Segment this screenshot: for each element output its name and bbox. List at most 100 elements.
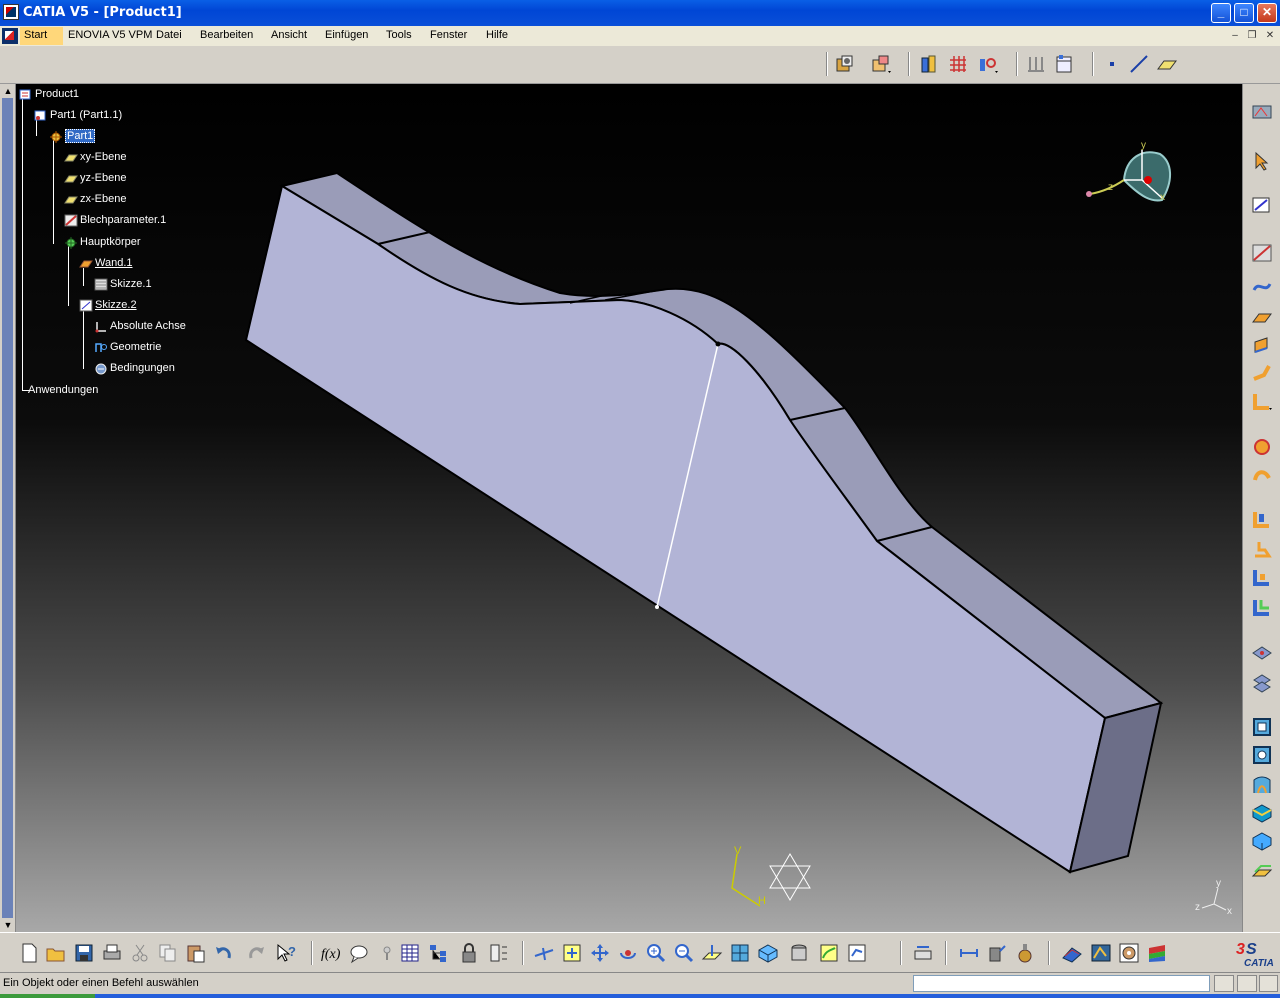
save-icon[interactable] bbox=[73, 942, 95, 964]
tree-node-main-body[interactable]: Hauptkörper bbox=[64, 234, 141, 250]
fly-icon[interactable] bbox=[533, 942, 555, 964]
table-icon[interactable] bbox=[399, 942, 421, 964]
new-icon[interactable] bbox=[18, 942, 40, 964]
open-icon[interactable] bbox=[45, 942, 67, 964]
menu-fenster[interactable]: Fenster bbox=[430, 29, 467, 41]
tree-icon[interactable] bbox=[428, 942, 450, 964]
minimize-button[interactable]: _ bbox=[1211, 3, 1231, 23]
paste-icon[interactable] bbox=[185, 942, 207, 964]
3d-viewport[interactable]: Product1 Part1 (Part1.1) Part1 xy-Ebene … bbox=[16, 84, 1242, 932]
tree-node-part1-instance[interactable]: Part1 (Part1.1) bbox=[34, 107, 122, 123]
menu-hilfe[interactable]: Hilfe bbox=[486, 29, 508, 41]
unfold-icon[interactable] bbox=[1251, 390, 1273, 412]
measure-item-icon[interactable] bbox=[958, 942, 980, 964]
undo-icon[interactable] bbox=[213, 942, 235, 964]
scroll-down-icon[interactable]: ▼ bbox=[0, 918, 16, 932]
close-button[interactable]: ✕ bbox=[1257, 3, 1277, 23]
whats-this-icon[interactable]: ? bbox=[275, 942, 297, 964]
render-icon[interactable] bbox=[788, 942, 810, 964]
taskbar-start-button[interactable] bbox=[0, 994, 95, 998]
curve-stamp-icon[interactable] bbox=[1251, 860, 1273, 882]
tree-node-sketch2[interactable]: Skizze.2 bbox=[79, 297, 137, 313]
tree-node-absolute-axis[interactable]: Absolute Achse bbox=[94, 318, 186, 334]
point-icon[interactable] bbox=[1101, 53, 1123, 75]
formula-icon[interactable]: f(x) bbox=[320, 942, 342, 964]
tree-node-yz-plane[interactable]: yz-Ebene bbox=[64, 170, 126, 186]
knowledge-icon[interactable] bbox=[376, 942, 398, 964]
print-icon[interactable] bbox=[101, 942, 123, 964]
document-system-icon[interactable] bbox=[2, 28, 18, 44]
rotate-icon[interactable] bbox=[617, 942, 639, 964]
3d-icon[interactable] bbox=[1146, 942, 1168, 964]
louver-icon[interactable] bbox=[1251, 802, 1273, 824]
chamfer-icon[interactable] bbox=[1251, 566, 1273, 588]
tree-node-xy-plane[interactable]: xy-Ebene bbox=[64, 149, 126, 165]
sheetmetal-params-icon[interactable] bbox=[1251, 242, 1273, 264]
tree-node-sketch1[interactable]: Skizze.1 bbox=[94, 276, 152, 292]
cut-icon[interactable] bbox=[1251, 464, 1273, 486]
hole-icon[interactable] bbox=[1251, 508, 1273, 530]
tree-node-sheetmetal-parameters[interactable]: Blechparameter.1 bbox=[64, 212, 166, 228]
iso-view-icon[interactable] bbox=[757, 942, 779, 964]
maximize-button[interactable]: □ bbox=[1234, 3, 1254, 23]
assembly-catalog-icon[interactable] bbox=[834, 53, 856, 75]
photo-icon[interactable] bbox=[1061, 942, 1083, 964]
status-button-3[interactable] bbox=[1259, 975, 1278, 992]
menu-tools[interactable]: Tools bbox=[386, 29, 412, 41]
mdi-close-button[interactable]: ✕ bbox=[1263, 30, 1277, 42]
compass-icon[interactable]: y x z bbox=[1082, 140, 1178, 220]
sketcher-icon[interactable] bbox=[1251, 194, 1273, 216]
menu-start[interactable]: Start bbox=[20, 27, 63, 45]
multi-view-icon[interactable] bbox=[729, 942, 751, 964]
menu-enovia[interactable]: ENOVIA V5 VPM bbox=[68, 29, 152, 41]
menu-datei[interactable]: Datei bbox=[156, 29, 182, 41]
stamp-icon[interactable] bbox=[1251, 596, 1273, 618]
flange-icon[interactable] bbox=[1251, 334, 1273, 356]
extrusion-icon[interactable] bbox=[1251, 306, 1273, 328]
grid-icon[interactable] bbox=[1025, 53, 1047, 75]
redo-icon[interactable] bbox=[245, 942, 267, 964]
workbench-icon[interactable] bbox=[1251, 100, 1273, 122]
sectioning-icon[interactable] bbox=[1118, 942, 1140, 964]
tree-node-part1[interactable]: Part1 bbox=[49, 128, 96, 144]
scroll-thumb[interactable] bbox=[2, 98, 13, 918]
fold-icon[interactable] bbox=[1251, 436, 1273, 458]
cut-icon[interactable] bbox=[129, 942, 151, 964]
menu-einfuegen[interactable]: Einfügen bbox=[325, 29, 368, 41]
status-button-2[interactable] bbox=[1237, 975, 1257, 992]
mdi-minimize-button[interactable]: – bbox=[1228, 30, 1242, 42]
apply-material-icon[interactable] bbox=[1014, 942, 1036, 964]
view-back-icon[interactable] bbox=[1251, 744, 1273, 766]
swap-icon[interactable] bbox=[846, 942, 868, 964]
catia-app-icon[interactable] bbox=[3, 4, 19, 20]
surface-stamp-icon[interactable] bbox=[1251, 774, 1273, 796]
zoom-in-icon[interactable] bbox=[645, 942, 667, 964]
bend-icon[interactable] bbox=[1251, 362, 1273, 384]
wall-icon[interactable] bbox=[1251, 276, 1273, 298]
copy-icon[interactable] bbox=[157, 942, 179, 964]
comment-icon[interactable] bbox=[348, 942, 370, 964]
pan-icon[interactable] bbox=[589, 942, 611, 964]
corner-icon[interactable] bbox=[1251, 538, 1273, 560]
measure-inertia-icon[interactable] bbox=[986, 942, 1008, 964]
line-icon[interactable] bbox=[1128, 53, 1150, 75]
sheet-metal-parameters-icon[interactable] bbox=[918, 53, 940, 75]
measure-icon[interactable] bbox=[488, 942, 510, 964]
mdi-restore-button[interactable]: ❐ bbox=[1245, 30, 1259, 42]
symmetry-icon[interactable] bbox=[1251, 672, 1273, 694]
plane-icon[interactable] bbox=[1156, 53, 1178, 75]
fit-all-icon[interactable] bbox=[561, 942, 583, 964]
command-input[interactable] bbox=[913, 975, 1210, 992]
view-front-icon[interactable] bbox=[1251, 716, 1273, 738]
tree-node-wall1[interactable]: Wand.1 bbox=[79, 255, 133, 271]
measure-between-icon[interactable] bbox=[912, 942, 934, 964]
menu-ansicht[interactable]: Ansicht bbox=[271, 29, 307, 41]
tree-node-applications[interactable]: Anwendungen bbox=[28, 382, 98, 398]
bead-icon[interactable] bbox=[1251, 830, 1273, 852]
tree-scrollbar[interactable]: ▲ ▼ bbox=[0, 84, 16, 932]
table-view-icon[interactable] bbox=[1053, 53, 1075, 75]
scroll-up-icon[interactable]: ▲ bbox=[0, 84, 16, 98]
view-icon[interactable] bbox=[977, 53, 999, 75]
hide-show-icon[interactable] bbox=[818, 942, 840, 964]
tree-node-geometry[interactable]: Geometrie bbox=[94, 339, 161, 355]
